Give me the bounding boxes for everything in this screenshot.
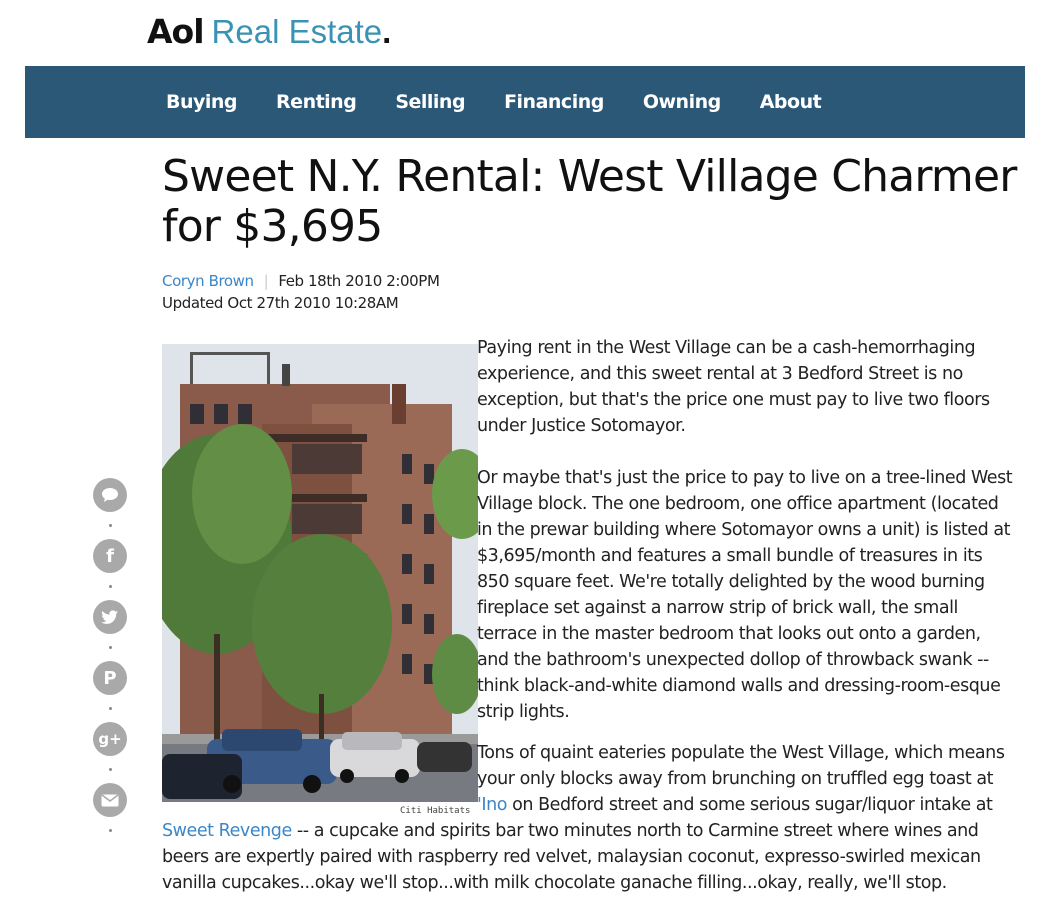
paragraph-neighborhood-text-a: Tons of quaint eateries populate the Wes…: [477, 743, 1005, 789]
share-bar: f P g+: [93, 478, 127, 844]
pinterest-icon[interactable]: P: [93, 661, 127, 695]
site-logo[interactable]: Aol Real Estate.: [147, 10, 391, 54]
paragraph-neighborhood: Tons of quaint eateries populate the Wes…: [477, 740, 1017, 818]
paragraph-neighborhood-continued: Sweet Revenge -- a cupcake and spirits b…: [162, 818, 1022, 896]
ino-link[interactable]: 'Ino: [477, 795, 507, 815]
logo-aol: Aol: [147, 12, 205, 51]
facebook-icon[interactable]: f: [93, 539, 127, 573]
article-photo: [162, 344, 478, 802]
share-separator: [108, 707, 112, 710]
share-separator: [108, 768, 112, 771]
email-icon[interactable]: [93, 783, 127, 817]
twitter-icon[interactable]: [93, 600, 127, 634]
byline-divider: |: [263, 272, 269, 290]
nav-renting[interactable]: Renting: [276, 91, 357, 113]
logo-dot: .: [382, 13, 392, 50]
article-title: Sweet N.Y. Rental: West Village Charmer …: [162, 151, 1017, 252]
paragraph-details: Or maybe that's just the price to pay to…: [477, 468, 1013, 722]
byline: Coryn Brown | Feb 18th 2010 2:00PM Updated…: [162, 270, 440, 314]
paragraph-neighborhood-text-b: on Bedford street and some serious sugar…: [506, 795, 993, 815]
share-separator: [108, 646, 112, 649]
photo-credit: Citi Habitats: [400, 806, 471, 816]
nav-selling[interactable]: Selling: [395, 91, 465, 113]
nav-financing[interactable]: Financing: [504, 91, 604, 113]
share-separator: [108, 585, 112, 588]
comment-icon[interactable]: [93, 478, 127, 512]
share-separator: [108, 524, 112, 527]
publish-date: Feb 18th 2010 2:00PM: [278, 272, 440, 290]
google-plus-icon[interactable]: g+: [93, 722, 127, 756]
logo-real-estate: Real Estate: [211, 13, 383, 50]
nav-buying[interactable]: Buying: [166, 91, 238, 113]
updated-date: Updated Oct 27th 2010 10:28AM: [162, 294, 399, 312]
sweet-revenge-link[interactable]: Sweet Revenge: [162, 821, 292, 841]
paragraph-intro: Paying rent in the West Village can be a…: [477, 338, 990, 436]
main-nav: Buying Renting Selling Financing Owning …: [25, 66, 1025, 138]
author-link[interactable]: Coryn Brown: [162, 272, 254, 290]
nav-about[interactable]: About: [760, 91, 822, 113]
share-separator: [108, 829, 112, 832]
nav-owning[interactable]: Owning: [643, 91, 721, 113]
